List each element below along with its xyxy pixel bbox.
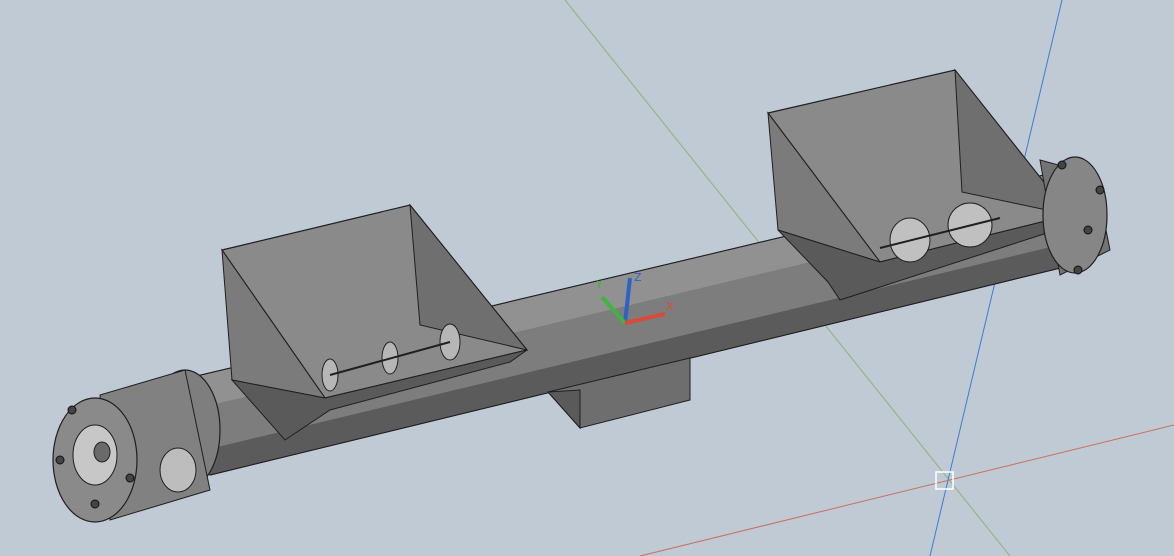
bolt-icon xyxy=(1095,185,1105,195)
ucs-z-label: Z xyxy=(634,271,642,284)
world-x-axis-line xyxy=(639,424,1174,556)
model-viewport[interactable]: Z Y X xyxy=(0,0,1174,556)
bolt-icon xyxy=(1073,265,1083,275)
bolt-icon xyxy=(90,499,100,509)
left-drive-flange[interactable] xyxy=(52,369,221,523)
bolt-icon xyxy=(1083,225,1093,235)
ucs-x-label: X xyxy=(666,300,674,313)
ucs-y-label: Y xyxy=(595,278,603,291)
cad-scene[interactable]: Z Y X xyxy=(0,0,1174,556)
bolt-icon xyxy=(67,405,77,415)
bolt-icon xyxy=(55,455,65,465)
bolt-icon xyxy=(125,473,135,483)
bolt-icon xyxy=(1057,160,1067,170)
